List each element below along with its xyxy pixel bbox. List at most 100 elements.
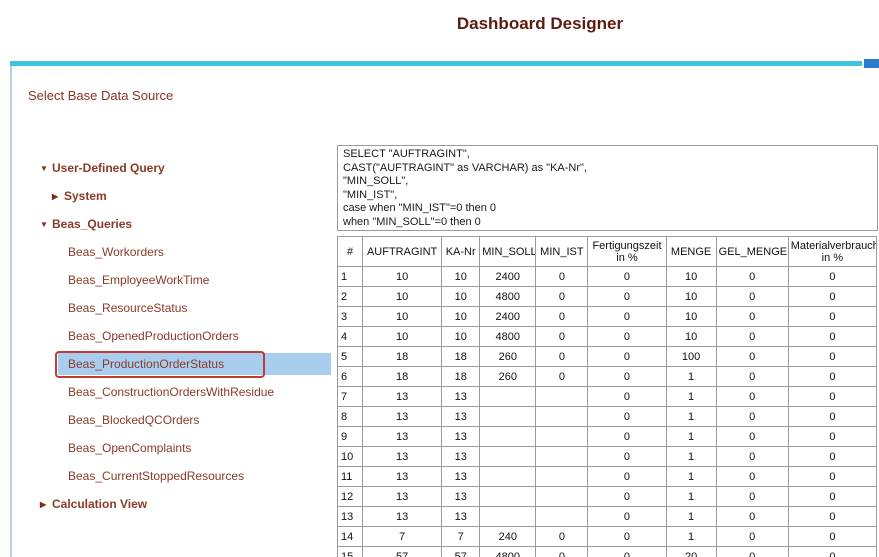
tree-item-beas-constructionorderswithresidue[interactable]: Beas_ConstructionOrdersWithResidue: [10, 378, 340, 406]
table-cell: 0: [716, 487, 788, 507]
table-cell: 0: [716, 507, 788, 527]
table-cell: [536, 387, 588, 407]
table-cell: [480, 507, 536, 527]
table-cell: 0: [536, 347, 588, 367]
tree-item-user-defined-query[interactable]: ▼User-Defined Query: [10, 154, 340, 182]
tree-item-label: Beas_ProductionOrderStatus: [68, 357, 224, 371]
tree-item-beas-openedproductionorders[interactable]: Beas_OpenedProductionOrders: [10, 322, 340, 350]
table-cell: 10: [442, 267, 480, 287]
column-header-row-number: #: [338, 237, 363, 267]
table-cell: 3: [338, 307, 363, 327]
table-cell: 0: [536, 527, 588, 547]
tree-item-label: Beas_BlockedQCOrders: [68, 413, 199, 427]
table-cell: 0: [788, 307, 876, 327]
table-cell: 0: [788, 267, 876, 287]
table-cell: 4: [338, 327, 363, 347]
table-cell: 13: [363, 447, 442, 467]
tree-item-beas-productionorderstatus[interactable]: Beas_ProductionOrderStatus: [10, 350, 340, 378]
table-cell: 0: [788, 407, 876, 427]
table-cell: 0: [716, 447, 788, 467]
collapse-arrow-icon[interactable]: ▼: [40, 164, 52, 173]
table-cell: 5: [338, 347, 363, 367]
table-cell: 1: [666, 407, 716, 427]
tree-item-beas-opencomplaints[interactable]: Beas_OpenComplaints: [10, 434, 340, 462]
table-cell: 8: [338, 407, 363, 427]
table-cell: 13: [363, 387, 442, 407]
expand-arrow-icon[interactable]: ▶: [40, 500, 52, 509]
table-cell: 0: [788, 367, 876, 387]
table-row: 518182600010000: [338, 347, 877, 367]
table-cell: 10: [363, 287, 442, 307]
table-row: 6181826000100: [338, 367, 877, 387]
table-cell: [480, 387, 536, 407]
table-cell: [536, 447, 588, 467]
tree-item-beas-blockedqcorders[interactable]: Beas_BlockedQCOrders: [10, 406, 340, 434]
table-cell: 10: [442, 307, 480, 327]
tree-item-label: Beas_CurrentStoppedResources: [68, 469, 244, 483]
table-cell: 0: [588, 467, 666, 487]
table-cell: 4800: [480, 547, 536, 557]
table-cell: 57: [442, 547, 480, 557]
table-cell: 13: [442, 447, 480, 467]
table-cell: 0: [788, 507, 876, 527]
table-cell: 0: [788, 527, 876, 547]
tree-item-label: Beas_OpenedProductionOrders: [68, 329, 239, 343]
table-row: 713130100: [338, 387, 877, 407]
table-cell: 13: [442, 467, 480, 487]
table-cell: [480, 407, 536, 427]
table-cell: 7: [338, 387, 363, 407]
table-cell: 0: [716, 267, 788, 287]
tree-item-beas-workorders[interactable]: Beas_Workorders: [10, 238, 340, 266]
table-cell: 18: [363, 367, 442, 387]
table-cell: 260: [480, 347, 536, 367]
table-row: 913130100: [338, 427, 877, 447]
table-row: 1013130100: [338, 447, 877, 467]
table-cell: 7: [442, 527, 480, 547]
table-cell: 0: [788, 327, 876, 347]
table-row: 1313130100: [338, 507, 877, 527]
table-cell: 10: [442, 287, 480, 307]
query-tree: ▼User-Defined Query▶System▼Beas_QueriesB…: [10, 154, 340, 518]
tree-item-beas-currentstoppedresources[interactable]: Beas_CurrentStoppedResources: [10, 462, 340, 490]
table-cell: 10: [363, 307, 442, 327]
table-cell: 0: [536, 547, 588, 557]
table-row: 1557574800002000: [338, 547, 877, 557]
tree-item-calculation-view[interactable]: ▶Calculation View: [10, 490, 340, 518]
column-header-menge: MENGE: [666, 237, 716, 267]
results-table-header: #AUFTRAGINTKA-NrMIN_SOLLMIN_ISTFertigung…: [338, 237, 877, 267]
table-cell: 15: [338, 547, 363, 557]
table-cell: 10: [666, 287, 716, 307]
table-cell: 2400: [480, 307, 536, 327]
tree-item-label: Beas_Queries: [52, 217, 132, 231]
table-cell: 13: [363, 507, 442, 527]
tree-item-beas-queries[interactable]: ▼Beas_Queries: [10, 210, 340, 238]
table-cell: 10: [666, 267, 716, 287]
table-cell: 10: [666, 327, 716, 347]
table-cell: 18: [442, 367, 480, 387]
table-cell: 0: [536, 307, 588, 327]
table-row: 210104800001000: [338, 287, 877, 307]
sql-preview[interactable]: SELECT "AUFTRAGINT", CAST("AUFTRAGINT" a…: [337, 145, 878, 231]
table-cell: 0: [588, 347, 666, 367]
table-cell: 13: [442, 507, 480, 527]
table-cell: 0: [716, 347, 788, 367]
tree-item-beas-employeeworktime[interactable]: Beas_EmployeeWorkTime: [10, 266, 340, 294]
table-cell: 10: [363, 267, 442, 287]
tree-item-beas-resourcestatus[interactable]: Beas_ResourceStatus: [10, 294, 340, 322]
table-cell: 1: [666, 427, 716, 447]
tree-item-label: Beas_Workorders: [68, 245, 164, 259]
table-cell: 10: [442, 327, 480, 347]
tree-item-system[interactable]: ▶System: [10, 182, 340, 210]
table-cell: 0: [716, 327, 788, 347]
expand-arrow-icon[interactable]: ▶: [52, 192, 64, 201]
table-cell: 1: [666, 467, 716, 487]
collapse-arrow-icon[interactable]: ▼: [40, 220, 52, 229]
table-row: 813130100: [338, 407, 877, 427]
table-row: 410104800001000: [338, 327, 877, 347]
table-cell: 7: [363, 527, 442, 547]
results-table-container: #AUFTRAGINTKA-NrMIN_SOLLMIN_ISTFertigung…: [337, 236, 879, 557]
table-cell: 0: [716, 287, 788, 307]
panel-heading: Select Base Data Source: [28, 88, 173, 103]
table-cell: 9: [338, 427, 363, 447]
table-cell: 13: [442, 407, 480, 427]
